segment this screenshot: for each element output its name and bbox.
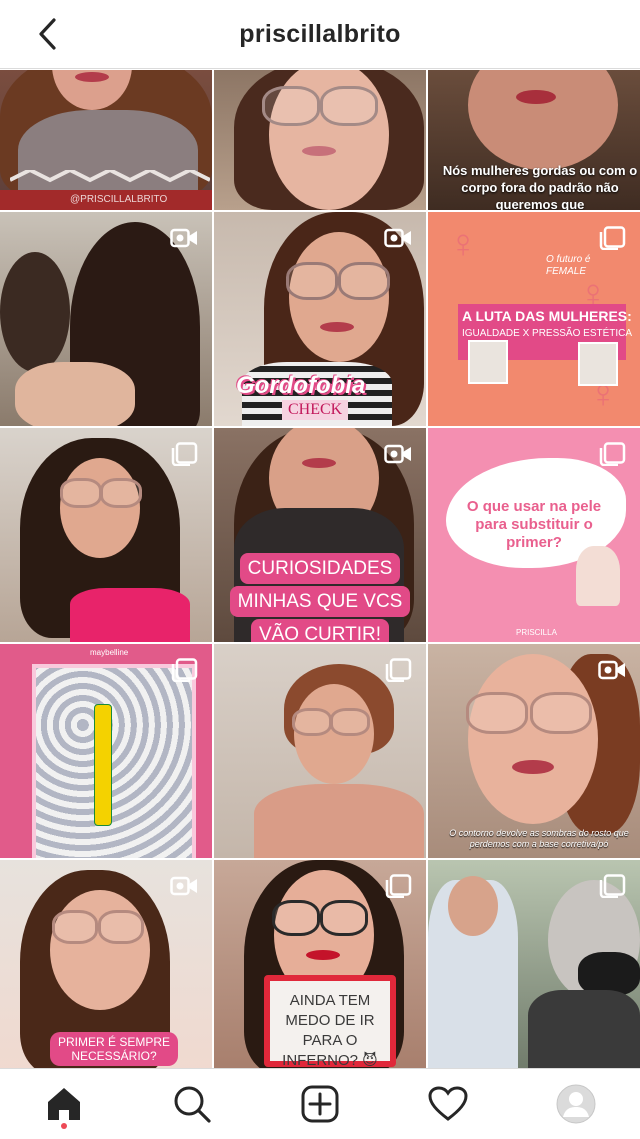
post-thumbnail[interactable]: AINDA TEM MEDO DE IR PARA O INFERNO? 😈 (214, 860, 426, 1068)
nav-add[interactable] (292, 1076, 348, 1132)
brand-label: maybelline (90, 648, 129, 657)
video-camera-icon (384, 228, 411, 248)
multiple-posts-icon (385, 658, 412, 682)
post-thumbnail[interactable]: ♀ ♀ ♀ O futuro é FEMALE A LUTA DAS MULHE… (428, 212, 640, 426)
post-grid: @PRISCILLALBRITO Nós mulheres gordas ou … (0, 70, 640, 1068)
multiple-posts-icon (171, 442, 198, 466)
video-camera-icon (170, 228, 197, 248)
post-subtitle-overlay: IGUALDADE X PRESSÃO ESTÉTICA (462, 328, 633, 339)
profile-username-title: priscillalbrito (239, 19, 401, 48)
multiple-posts-icon (599, 442, 626, 466)
post-thumbnail[interactable]: PRIMER É SEMPRE NECESSÁRIO? (0, 860, 212, 1068)
post-title-overlay: Gordofobia (236, 372, 366, 399)
multiple-posts-icon (599, 226, 626, 250)
post-thumbnail[interactable]: Nós mulheres gordas ou com o corpo fora … (428, 70, 640, 210)
person (468, 654, 598, 824)
video-camera-icon (384, 444, 411, 464)
notification-dot (61, 1123, 67, 1129)
footer-label: PRISCILLA (516, 628, 557, 637)
post-caption-overlay: CURIOSIDADES MINHAS QUE VCS VÃO CURTIR! (214, 552, 426, 642)
handheld-sign: AINDA TEM MEDO DE IR PARA O INFERNO? 😈 (264, 975, 396, 1068)
post-thumbnail[interactable]: CURIOSIDADES MINHAS QUE VCS VÃO CURTIR! (214, 428, 426, 642)
video-camera-icon (598, 660, 625, 680)
avatar-icon (556, 1084, 596, 1124)
post-thumbnail[interactable] (428, 860, 640, 1068)
person (448, 876, 498, 936)
person (468, 70, 618, 170)
post-thumbnail[interactable] (0, 212, 212, 426)
back-button[interactable] (30, 16, 66, 52)
multiple-posts-icon (171, 658, 198, 682)
bottom-navigation (0, 1068, 640, 1139)
add-post-icon (301, 1085, 339, 1123)
post-caption-overlay: Nós mulheres gordas ou com o corpo fora … (442, 163, 638, 210)
nav-activity[interactable] (420, 1076, 476, 1132)
post-title-overlay: O que usar na pele para substituir o pri… (466, 498, 602, 551)
person (50, 890, 150, 1010)
post-title-overlay: A LUTA DAS MULHERES: (462, 308, 632, 324)
post-thumbnail[interactable]: O contorno devolve as sombras do rosto q… (428, 644, 640, 858)
nav-search[interactable] (164, 1076, 220, 1132)
brand-label: O futuro é FEMALE (546, 254, 591, 277)
post-thumbnail[interactable]: @PRISCILLALBRITO (0, 70, 212, 210)
watermark: @PRISCILLALBRITO (70, 194, 168, 205)
post-caption-overlay: O contorno devolve as sombras do rosto q… (449, 828, 629, 849)
person (60, 458, 140, 558)
nav-profile[interactable] (548, 1076, 604, 1132)
search-icon (174, 1086, 211, 1123)
multiple-posts-icon (385, 874, 412, 898)
top-bar: priscillalbrito (0, 0, 640, 69)
chevron-left-icon (39, 18, 56, 50)
post-caption-overlay: PRIMER É SEMPRE NECESSÁRIO? (50, 1032, 179, 1066)
multiple-posts-icon (599, 874, 626, 898)
post-thumbnail[interactable] (0, 428, 212, 642)
post-subtitle-overlay: CHECK (282, 400, 349, 420)
video-camera-icon (170, 876, 197, 896)
post-thumbnail[interactable]: O que usar na pele para substituir o pri… (428, 428, 640, 642)
post-thumbnail[interactable]: Gordofobia CHECK (214, 212, 426, 426)
mascara-product (94, 704, 112, 826)
heart-icon (428, 1086, 468, 1121)
post-thumbnail[interactable] (214, 644, 426, 858)
post-thumbnail[interactable] (214, 70, 426, 210)
nav-home[interactable] (36, 1076, 92, 1132)
home-icon (48, 1088, 80, 1120)
post-thumbnail[interactable]: maybelline (0, 644, 212, 858)
